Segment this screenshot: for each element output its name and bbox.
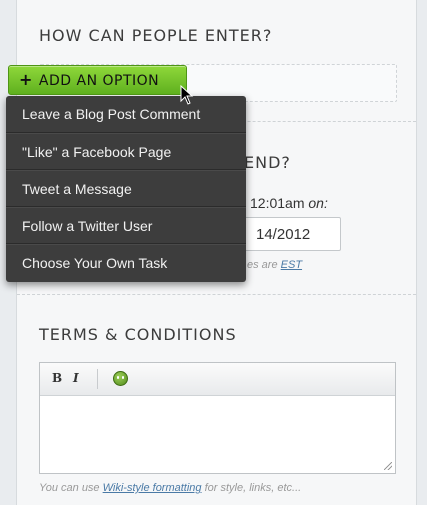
bold-button[interactable]: B: [52, 371, 62, 385]
mouse-cursor-icon: [180, 85, 194, 105]
formatting-suffix: for style, links, etc...: [204, 482, 302, 494]
end-on-label: on:: [308, 195, 328, 211]
add-option-label: ADD AN OPTION: [38, 73, 160, 89]
editor-toolbar: B I: [40, 363, 395, 396]
toolbar-separator: [97, 369, 98, 389]
add-option-button[interactable]: + ADD AN OPTION: [8, 65, 187, 95]
terms-section-title: TERMS & CONDITIONS: [39, 325, 237, 344]
timezone-prefix: es are: [247, 259, 278, 271]
timezone-note: es are EST: [247, 259, 302, 271]
resize-grip-icon[interactable]: [384, 462, 392, 470]
end-time: 12:01am: [250, 195, 305, 211]
menu-item-follow-twitter[interactable]: Follow a Twitter User: [6, 207, 246, 244]
enter-section-title: HOW CAN PEOPLE ENTER?: [39, 26, 273, 45]
wiki-formatting-link[interactable]: Wiki-style formatting: [103, 482, 202, 494]
divider: [17, 294, 416, 295]
option-dropdown-menu: Leave a Blog Post Comment "Like" a Faceb…: [6, 96, 246, 282]
smiley-icon[interactable]: [113, 371, 128, 386]
formatting-note: You can use Wiki-style formatting for st…: [39, 482, 301, 494]
end-section-title: END?: [244, 153, 291, 172]
italic-button[interactable]: I: [73, 371, 79, 385]
menu-item-facebook-like[interactable]: "Like" a Facebook Page: [6, 133, 246, 170]
end-time-text: 12:01am on:: [250, 195, 328, 211]
terms-textarea[interactable]: [40, 396, 395, 473]
formatting-prefix: You can use: [39, 482, 100, 494]
terms-editor: B I: [39, 362, 396, 474]
end-date-input[interactable]: 14/2012: [243, 217, 341, 251]
plus-icon: +: [19, 70, 33, 89]
menu-item-tweet[interactable]: Tweet a Message: [6, 170, 246, 207]
timezone-link[interactable]: EST: [281, 259, 302, 271]
menu-item-blog-comment[interactable]: Leave a Blog Post Comment: [6, 96, 246, 133]
menu-item-custom-task[interactable]: Choose Your Own Task: [6, 244, 246, 281]
